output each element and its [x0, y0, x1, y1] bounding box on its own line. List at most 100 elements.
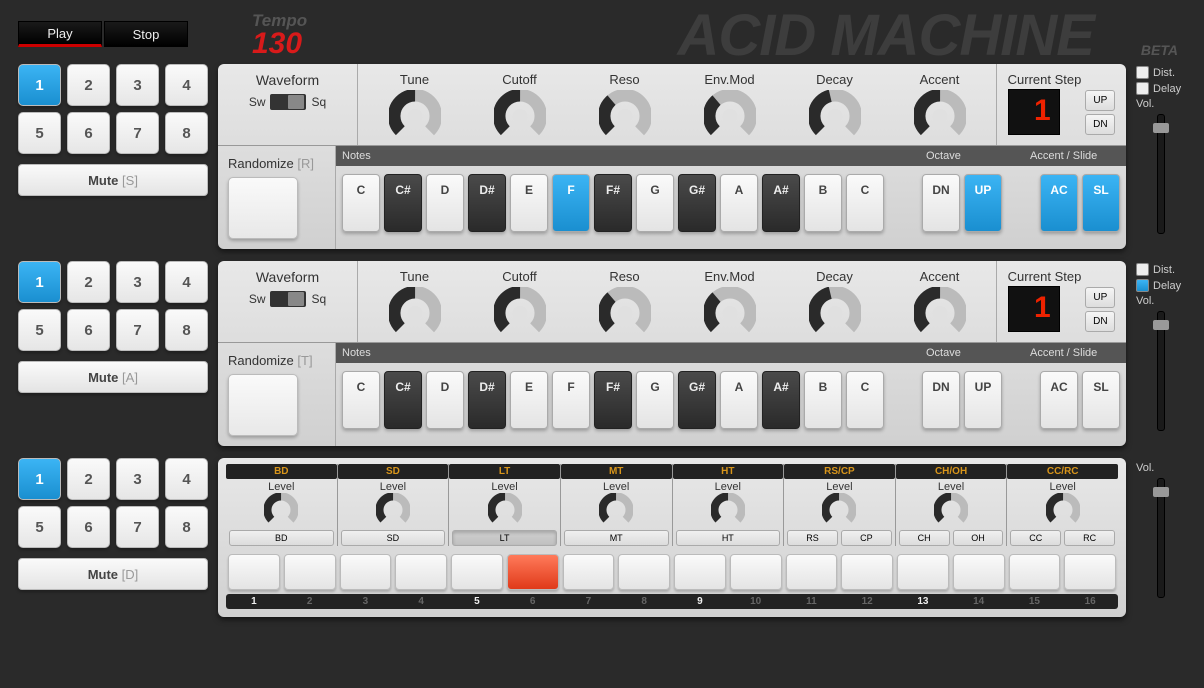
drum-select-bd[interactable]: BD	[229, 530, 334, 546]
note-key-Dsharp[interactable]: D#	[468, 371, 506, 429]
note-key-F[interactable]: F	[552, 174, 590, 232]
note-key-A[interactable]: A	[720, 174, 758, 232]
pattern-button-7[interactable]: 7	[116, 309, 159, 351]
seq-step-3[interactable]	[340, 554, 392, 590]
pattern-button-3[interactable]: 3	[116, 458, 159, 500]
drum-ch-oh-level-knob[interactable]	[934, 493, 968, 527]
synth2-mute-button[interactable]: Mute [A]	[18, 361, 208, 393]
note-key-Fsharp[interactable]: F#	[594, 174, 632, 232]
play-button[interactable]: Play	[18, 21, 102, 47]
accent-knob[interactable]	[914, 90, 966, 142]
drum-ht-level-knob[interactable]	[711, 493, 745, 527]
seq-step-13[interactable]	[897, 554, 949, 590]
note-key-C[interactable]: C	[846, 174, 884, 232]
note-key-D[interactable]: D	[426, 174, 464, 232]
cutoff-knob[interactable]	[494, 90, 546, 142]
pattern-button-6[interactable]: 6	[67, 506, 110, 548]
note-key-C[interactable]: C	[846, 371, 884, 429]
seq-step-11[interactable]	[786, 554, 838, 590]
note-key-B[interactable]: B	[804, 174, 842, 232]
synth2-dist-toggle[interactable]	[1136, 263, 1149, 276]
envmod-knob[interactable]	[704, 90, 756, 142]
drum-select-rs[interactable]: RS	[787, 530, 838, 546]
accent-knob[interactable]	[914, 287, 966, 339]
seq-step-7[interactable]	[563, 554, 615, 590]
note-key-E[interactable]: E	[510, 371, 548, 429]
synth2-step-dn[interactable]: DN	[1085, 311, 1115, 332]
drums-mute-button[interactable]: Mute [D]	[18, 558, 208, 590]
note-key-E[interactable]: E	[510, 174, 548, 232]
note-key-Gsharp[interactable]: G#	[678, 174, 716, 232]
synth2-delay-toggle[interactable]	[1136, 279, 1149, 292]
seq-step-14[interactable]	[953, 554, 1005, 590]
pattern-button-3[interactable]: 3	[116, 261, 159, 303]
octave-up-button[interactable]: UP	[964, 371, 1002, 429]
synth2-randomize-pad[interactable]	[228, 374, 298, 436]
note-key-D[interactable]: D	[426, 371, 464, 429]
seq-step-4[interactable]	[395, 554, 447, 590]
pattern-button-1[interactable]: 1	[18, 64, 61, 106]
pattern-button-5[interactable]: 5	[18, 112, 61, 154]
pattern-button-4[interactable]: 4	[165, 458, 208, 500]
seq-step-16[interactable]	[1064, 554, 1116, 590]
note-key-F[interactable]: F	[552, 371, 590, 429]
seq-step-12[interactable]	[841, 554, 893, 590]
reso-knob[interactable]	[599, 287, 651, 339]
synth1-dist-toggle[interactable]	[1136, 66, 1149, 79]
pattern-button-6[interactable]: 6	[67, 112, 110, 154]
reso-knob[interactable]	[599, 90, 651, 142]
pattern-button-5[interactable]: 5	[18, 309, 61, 351]
drum-sd-level-knob[interactable]	[376, 493, 410, 527]
synth2-step-up[interactable]: UP	[1085, 287, 1115, 308]
drum-select-mt[interactable]: MT	[564, 530, 669, 546]
sl-button[interactable]: SL	[1082, 174, 1120, 232]
synth1-step-up[interactable]: UP	[1085, 90, 1115, 111]
synth1-volume-slider[interactable]	[1157, 114, 1165, 234]
drum-bd-level-knob[interactable]	[264, 493, 298, 527]
seq-step-15[interactable]	[1009, 554, 1061, 590]
seq-step-6[interactable]	[507, 554, 559, 590]
drum-select-cp[interactable]: CP	[841, 530, 892, 546]
ac-button[interactable]: AC	[1040, 371, 1078, 429]
synth2-volume-slider[interactable]	[1157, 311, 1165, 431]
seq-step-8[interactable]	[618, 554, 670, 590]
pattern-button-3[interactable]: 3	[116, 64, 159, 106]
drum-select-rc[interactable]: RC	[1064, 530, 1115, 546]
note-key-Asharp[interactable]: A#	[762, 174, 800, 232]
seq-step-10[interactable]	[730, 554, 782, 590]
synth1-delay-toggle[interactable]	[1136, 82, 1149, 95]
pattern-button-4[interactable]: 4	[165, 261, 208, 303]
note-key-C[interactable]: C	[342, 174, 380, 232]
pattern-button-6[interactable]: 6	[67, 309, 110, 351]
note-key-Dsharp[interactable]: D#	[468, 174, 506, 232]
pattern-button-1[interactable]: 1	[18, 458, 61, 500]
drum-select-ht[interactable]: HT	[676, 530, 781, 546]
seq-step-2[interactable]	[284, 554, 336, 590]
drum-select-cc[interactable]: CC	[1010, 530, 1061, 546]
pattern-button-2[interactable]: 2	[67, 458, 110, 500]
synth1-randomize-pad[interactable]	[228, 177, 298, 239]
pattern-button-8[interactable]: 8	[165, 309, 208, 351]
tune-knob[interactable]	[389, 90, 441, 142]
note-key-Fsharp[interactable]: F#	[594, 371, 632, 429]
sl-button[interactable]: SL	[1082, 371, 1120, 429]
drum-select-sd[interactable]: SD	[341, 530, 446, 546]
drum-lt-level-knob[interactable]	[488, 493, 522, 527]
drums-volume-slider[interactable]	[1157, 478, 1165, 598]
ac-button[interactable]: AC	[1040, 174, 1078, 232]
envmod-knob[interactable]	[704, 287, 756, 339]
note-key-Csharp[interactable]: C#	[384, 174, 422, 232]
drum-select-lt[interactable]: LT	[452, 530, 557, 546]
tune-knob[interactable]	[389, 287, 441, 339]
synth1-mute-button[interactable]: Mute [S]	[18, 164, 208, 196]
octave-dn-button[interactable]: DN	[922, 371, 960, 429]
seq-step-5[interactable]	[451, 554, 503, 590]
note-key-C[interactable]: C	[342, 371, 380, 429]
pattern-button-5[interactable]: 5	[18, 506, 61, 548]
pattern-button-2[interactable]: 2	[67, 64, 110, 106]
note-key-G[interactable]: G	[636, 174, 674, 232]
note-key-G[interactable]: G	[636, 371, 674, 429]
pattern-button-8[interactable]: 8	[165, 506, 208, 548]
drum-select-oh[interactable]: OH	[953, 530, 1004, 546]
pattern-button-1[interactable]: 1	[18, 261, 61, 303]
